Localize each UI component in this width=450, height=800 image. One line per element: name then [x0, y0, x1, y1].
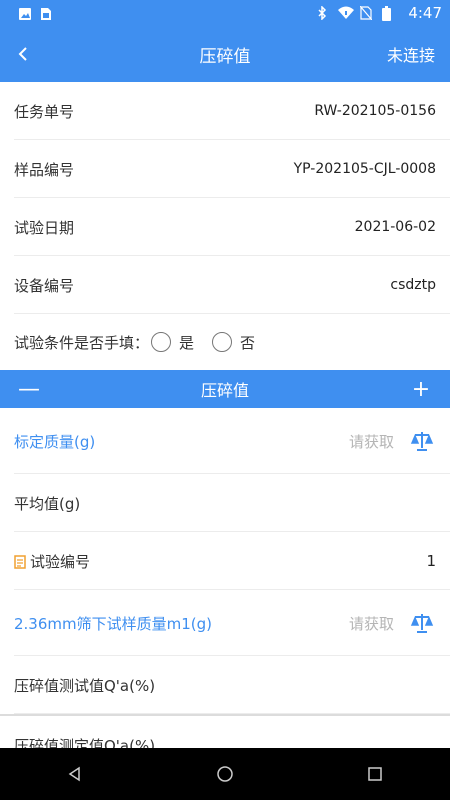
- manual-condition-row: 试验条件是否手填： 是 否: [0, 314, 450, 370]
- collapse-button[interactable]: —: [14, 377, 44, 402]
- nav-back-button[interactable]: [45, 748, 105, 800]
- image-icon: [18, 6, 32, 20]
- crush-measured-value-label: 压碎值测定值Q'a(%): [14, 736, 156, 749]
- calibration-mass-input[interactable]: 请获取: [349, 431, 394, 452]
- sieve-mass-row: 2.36mm筛下试样质量m1(g) 请获取: [0, 590, 450, 656]
- radio-no-label[interactable]: 否: [240, 332, 255, 353]
- nav-recents-button[interactable]: [345, 748, 405, 800]
- sim-icon: [40, 6, 54, 20]
- test-date-row: 试验日期 2021-06-02: [0, 198, 450, 256]
- test-date-value: 2021-06-02: [354, 219, 436, 235]
- scale-icon[interactable]: [408, 609, 436, 637]
- sieve-mass-label: 2.36mm筛下试样质量m1(g): [14, 614, 213, 633]
- test-date-label: 试验日期: [14, 218, 75, 237]
- device-no-value: csdztp: [390, 277, 436, 293]
- sieve-mass-input[interactable]: 请获取: [349, 613, 394, 634]
- status-bar: 4:47: [0, 0, 450, 26]
- scale-icon[interactable]: [408, 427, 436, 455]
- section-title: 压碎值: [200, 381, 249, 400]
- calibration-mass-row: 标定质量(g) 请获取: [0, 408, 450, 474]
- crush-test-value-label: 压碎值测试值Q'a(%): [14, 676, 156, 695]
- test-no-label: 试验编号: [30, 552, 91, 571]
- sample-no-label: 样品编号: [14, 160, 75, 179]
- radio-no[interactable]: [212, 332, 233, 352]
- battery-icon: [382, 6, 396, 21]
- crush-measured-value-row: 压碎值测定值Q'a(%): [0, 716, 450, 749]
- page-title: 压碎值: [199, 46, 251, 67]
- average-label: 平均值(g): [14, 494, 81, 513]
- form-content[interactable]: 任务单号 RW-202105-0156 样品编号 YP-202105-CJL-0…: [0, 82, 450, 748]
- status-left: [18, 6, 54, 20]
- back-triangle-icon: [68, 766, 80, 782]
- connection-status-button[interactable]: 未连接: [387, 42, 450, 66]
- radio-yes-label[interactable]: 是: [179, 332, 194, 353]
- test-no-row: 试验编号 1: [0, 532, 450, 590]
- task-no-row: 任务单号 RW-202105-0156: [0, 82, 450, 140]
- task-no-label: 任务单号: [14, 102, 75, 121]
- wifi-icon: [338, 6, 355, 20]
- back-button[interactable]: [0, 26, 46, 82]
- section-header: — 压碎值 +: [0, 370, 450, 408]
- calibration-mass-label: 标定质量(g): [14, 432, 96, 451]
- app-bar: 压碎值 未连接: [0, 26, 450, 82]
- no-sim-icon: [359, 5, 374, 21]
- task-no-value: RW-202105-0156: [314, 103, 436, 119]
- bluetooth-icon: [316, 5, 330, 21]
- back-arrow-icon: [18, 47, 27, 61]
- average-row: 平均值(g): [0, 474, 450, 532]
- system-nav-bar: [0, 748, 450, 800]
- document-icon: [14, 554, 26, 569]
- test-no-value: 1: [426, 552, 436, 570]
- device-no-label: 设备编号: [14, 276, 75, 295]
- radio-yes[interactable]: [151, 332, 172, 352]
- nav-home-button[interactable]: [195, 748, 255, 800]
- sample-no-row: 样品编号 YP-202105-CJL-0008: [0, 140, 450, 198]
- add-button[interactable]: +: [406, 377, 436, 402]
- clock: 4:47: [408, 4, 442, 22]
- recents-square-icon: [368, 767, 382, 781]
- sample-no-value: YP-202105-CJL-0008: [293, 161, 436, 177]
- status-right: 4:47: [316, 4, 442, 22]
- crush-test-value-row: 压碎值测试值Q'a(%): [0, 656, 450, 714]
- manual-condition-label: 试验条件是否手填：: [14, 333, 150, 352]
- device-no-row: 设备编号 csdztp: [0, 256, 450, 314]
- home-circle-icon: [217, 766, 233, 782]
